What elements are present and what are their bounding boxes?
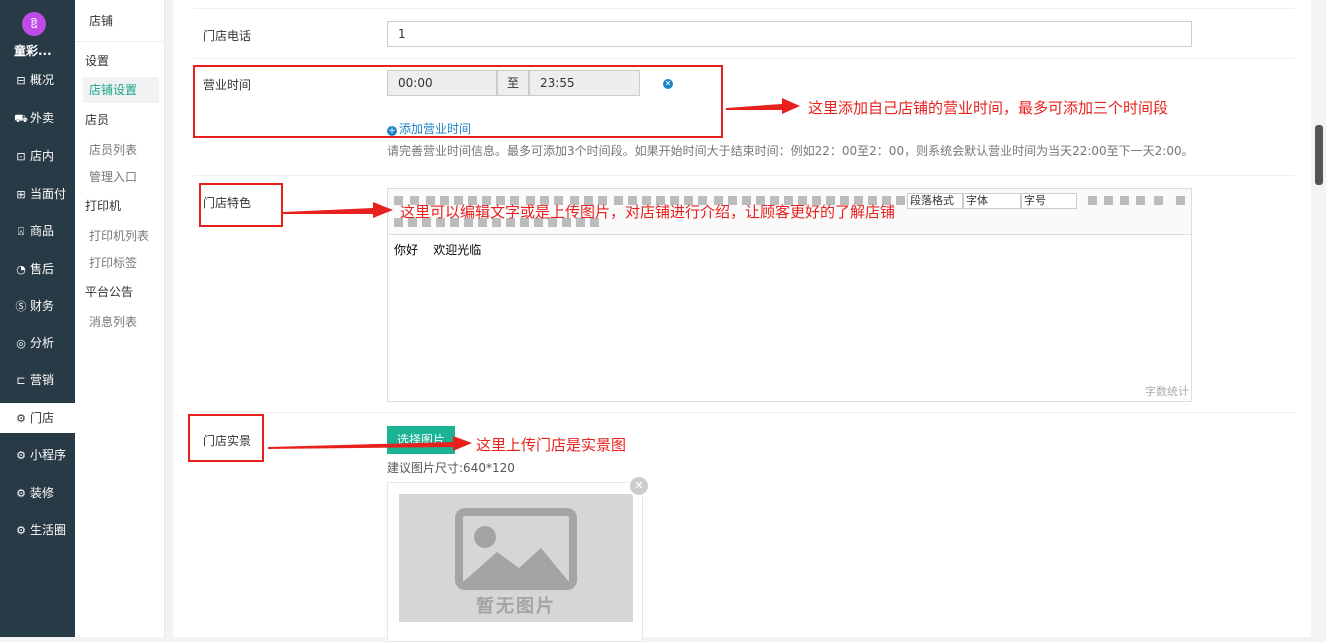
annotation-photo: 这里上传门店是实景图: [476, 436, 627, 454]
annotation-feature: 这里可以编辑文字或是上传图片，对店铺进行介绍，让顾客更好的了解店铺: [400, 203, 896, 221]
annotation-arrows: [268, 98, 800, 451]
page-scrollbar[interactable]: [1311, 0, 1326, 637]
arrow-photo: [268, 436, 472, 451]
scrollbar-thumb[interactable]: [1315, 125, 1323, 185]
arrow-hours: [726, 98, 800, 114]
annotation-hours: 这里添加自己店铺的营业时间，最多可添加三个时间段: [808, 99, 1169, 117]
arrow-feature: [283, 202, 393, 218]
